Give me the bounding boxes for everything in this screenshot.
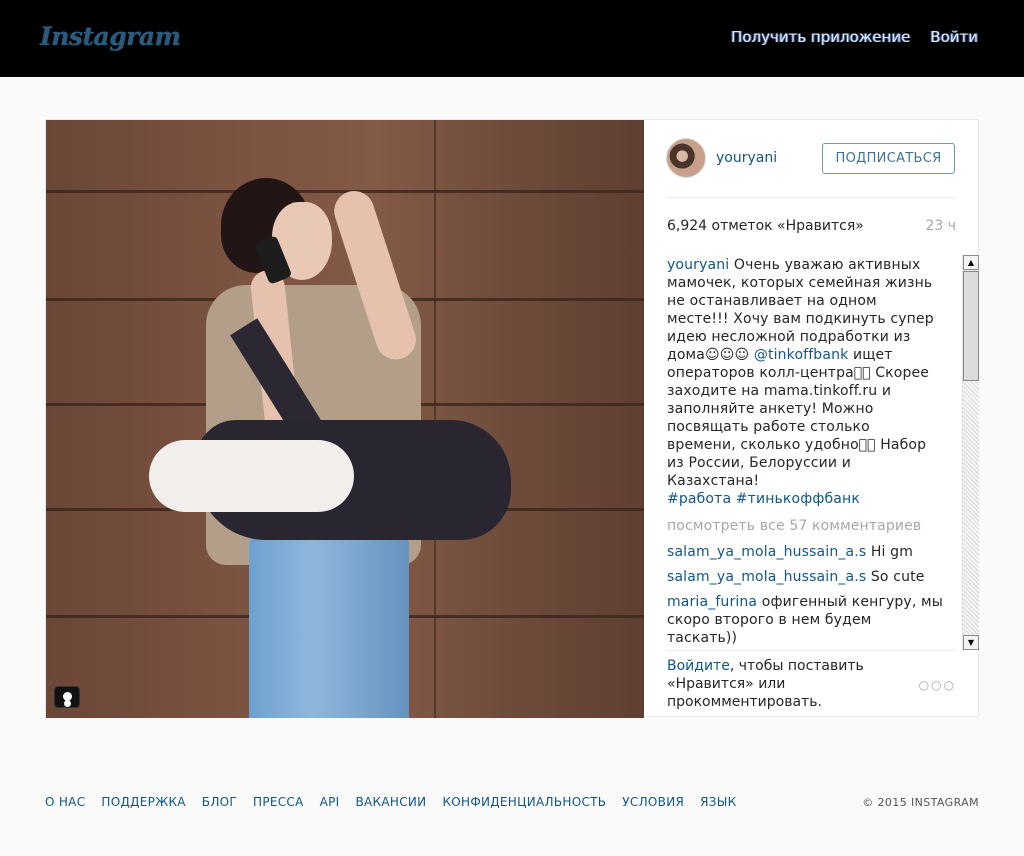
footer-link-blog[interactable]: БЛОГ: [202, 795, 237, 809]
divider: [666, 197, 956, 198]
footer-links: О НАС ПОДДЕРЖКА БЛОГ ПРЕССА API ВАКАНСИИ…: [45, 795, 736, 809]
footer-link-language[interactable]: ЯЗЫК: [700, 795, 736, 809]
login-link[interactable]: Войти: [930, 28, 978, 46]
hashtag-link[interactable]: #работа: [667, 491, 731, 507]
footer-link-press[interactable]: ПРЕССА: [253, 795, 304, 809]
post-caption: youryani Очень уважаю активных мамочек, …: [667, 256, 943, 508]
user-tag-icon[interactable]: [54, 686, 80, 708]
instagram-logo[interactable]: Instagram: [40, 22, 181, 51]
post-card: youryani ПОДПИСАТЬСЯ 6,924 отметок «Нрав…: [45, 119, 980, 718]
view-all-comments-link[interactable]: посмотреть все 57 комментариев: [667, 517, 943, 535]
comment-author[interactable]: salam_ya_mola_hussain_a.s: [667, 569, 866, 585]
get-app-link[interactable]: Получить приложение: [731, 28, 910, 46]
more-options-icon[interactable]: ○○○: [919, 678, 956, 692]
post-details: youryani ПОДПИСАТЬСЯ 6,924 отметок «Нрав…: [644, 120, 980, 718]
scroll-down-arrow-icon[interactable]: ▼: [963, 635, 979, 650]
comment-text: So cute: [866, 569, 925, 585]
footer-link-about[interactable]: О НАС: [45, 795, 85, 809]
copyright: © 2015 INSTAGRAM: [862, 795, 979, 809]
footer-link-terms[interactable]: УСЛОВИЯ: [622, 795, 684, 809]
divider: [666, 650, 956, 651]
comment-item: salam_ya_mola_hussain_a.s So cute: [667, 568, 943, 586]
follow-button[interactable]: ПОДПИСАТЬСЯ: [822, 143, 955, 174]
comment-item: maria_furina офигенный кенгуру, мы скоро…: [667, 593, 943, 647]
woman-jeans: [249, 535, 409, 718]
scrollbar-thumb[interactable]: [963, 271, 979, 381]
likes-count[interactable]: 6,924 отметок «Нравится»: [667, 218, 864, 234]
post-photo[interactable]: [46, 120, 644, 718]
scroll-up-arrow-icon[interactable]: ▲: [963, 255, 979, 270]
comments-scrollbar[interactable]: ▲ ▼: [962, 255, 979, 650]
header-nav: Получить приложение Войти: [731, 28, 978, 46]
avatar[interactable]: [666, 138, 706, 178]
top-navbar: Instagram Получить приложение Войти: [0, 0, 1024, 77]
footer-link-jobs[interactable]: ВАКАНСИИ: [356, 795, 427, 809]
caption-text-continued: ищет операторов колл-центра⃞⃞ Скорее зах…: [667, 347, 930, 489]
login-prompt-link[interactable]: Войдите: [667, 658, 730, 674]
footer: О НАС ПОДДЕРЖКА БЛОГ ПРЕССА API ВАКАНСИИ…: [45, 795, 979, 809]
hashtag-link[interactable]: #тинькоффбанк: [736, 491, 860, 507]
baby-blanket: [149, 440, 354, 512]
comment-author[interactable]: maria_furina: [667, 594, 757, 610]
comment-author[interactable]: salam_ya_mola_hussain_a.s: [667, 544, 866, 560]
post-username[interactable]: youryani: [716, 150, 777, 166]
footer-link-api[interactable]: API: [320, 795, 340, 809]
footer-link-support[interactable]: ПОДДЕРЖКА: [101, 795, 185, 809]
comments-list: youryani Очень уважаю активных мамочек, …: [667, 256, 943, 648]
post-age: 23 ч: [925, 218, 956, 234]
caption-author[interactable]: youryani: [667, 257, 729, 273]
comment-text: Hi gm: [866, 544, 914, 560]
footer-link-privacy[interactable]: КОНФИДЕНЦИАЛЬНОСТЬ: [442, 795, 606, 809]
login-prompt: Войдите, чтобы поставить «Нравится» или …: [667, 657, 917, 711]
mention-link[interactable]: @tinkoffbank: [754, 347, 849, 363]
comment-item: salam_ya_mola_hussain_a.s Hi gm: [667, 543, 943, 561]
wood-vertical-seam: [434, 120, 436, 718]
